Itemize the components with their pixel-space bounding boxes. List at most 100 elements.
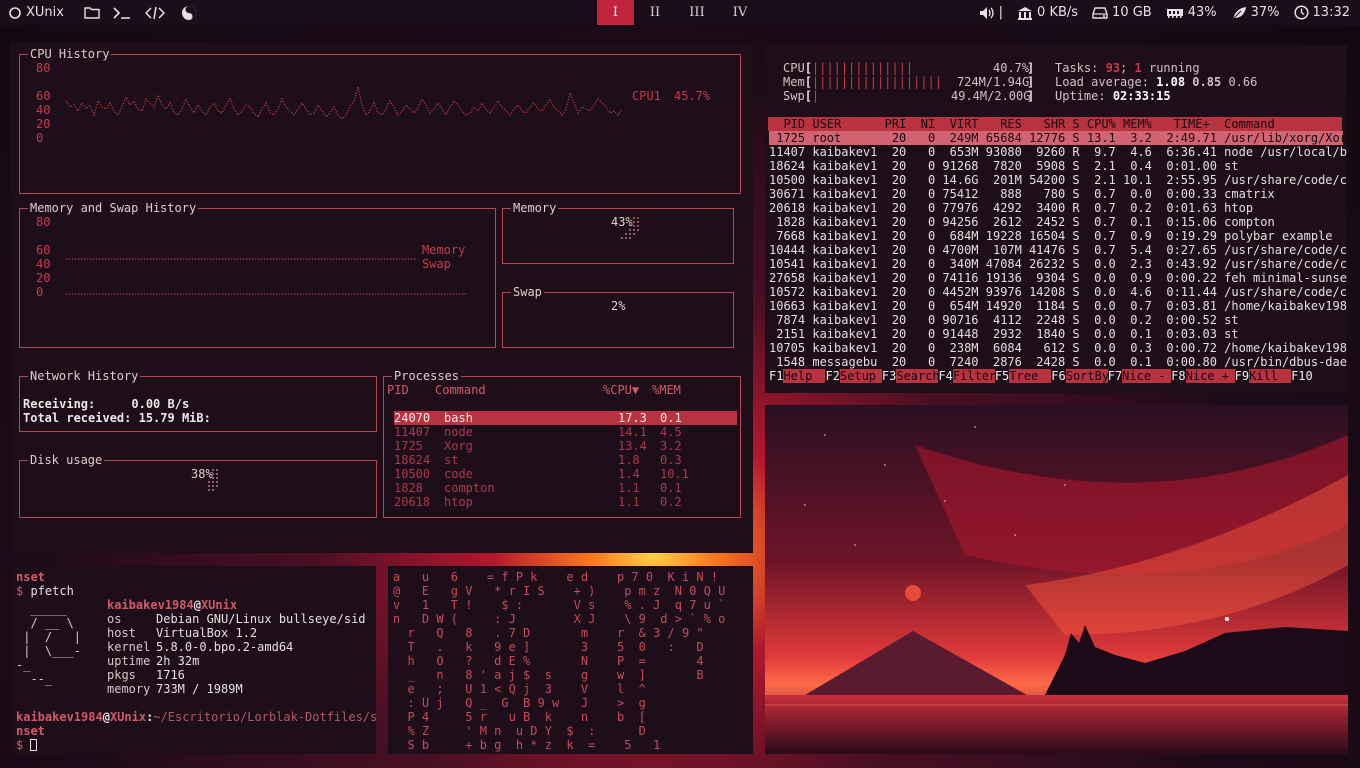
htop-process-row[interactable]: 10663 kaibakev1 20 0 654M 14920 1184 S 0… xyxy=(769,299,1347,313)
htop-fkey[interactable]: F6 xyxy=(1051,369,1065,383)
htop-fkey[interactable]: F8 xyxy=(1171,369,1185,383)
proc-command[interactable]: htop xyxy=(444,495,473,509)
proc-mem[interactable]: 4.5 xyxy=(660,425,682,439)
htop-fkey[interactable]: F3 xyxy=(882,369,896,383)
htop-fkey[interactable]: F7 xyxy=(1108,369,1122,383)
htop-process-row[interactable]: 11407 kaibakev1 20 0 653M 93080 9260 R 9… xyxy=(769,145,1347,159)
proc-mem[interactable]: 0.1 xyxy=(660,481,682,495)
htop-fkey-label[interactable]: Nice - xyxy=(1122,369,1172,383)
cmatrix-line: P 4 5 r u B k n b [ xyxy=(393,710,646,724)
proc-command[interactable]: Xorg xyxy=(444,439,473,453)
htop-fkey[interactable]: F5 xyxy=(995,369,1009,383)
proc-mem[interactable]: 10.1 xyxy=(660,467,689,481)
htop-fkey-label[interactable]: Help xyxy=(783,369,826,383)
pfetch-at: @ xyxy=(193,598,201,612)
htop-process-row[interactable]: 10444 kaibakev1 20 0 4700M 107M 41476 S … xyxy=(769,243,1347,257)
workspace-1[interactable]: I xyxy=(597,0,634,25)
proc-command[interactable]: bash xyxy=(444,411,473,425)
workspace-3[interactable]: III xyxy=(676,0,718,25)
proc-mem[interactable]: 3.2 xyxy=(660,439,682,453)
htop-process-row[interactable]: 7668 kaibakev1 20 0 684M 19228 16504 S 0… xyxy=(769,229,1332,243)
system-monitor-window[interactable]: CPU History 80 60 40 20 0 .. ... CPU1 45… xyxy=(11,42,753,553)
htop-fkey[interactable]: F2 xyxy=(825,369,839,383)
network-module: 0 KB/s xyxy=(1017,5,1078,20)
proc-col-cpu[interactable]: %CPU▼ xyxy=(603,383,639,397)
proc-mem[interactable]: 0.2 xyxy=(660,495,682,509)
terminal-icon[interactable] xyxy=(106,6,138,20)
proc-command[interactable]: compton xyxy=(444,481,495,495)
htop-process-row[interactable]: 18624 kaibakev1 20 0 91268 7820 5908 S 2… xyxy=(769,159,1239,173)
htop-process-row[interactable]: 1828 kaibakev1 20 0 94256 2612 2452 S 0.… xyxy=(769,215,1275,229)
htop-fkey-label[interactable]: SortBy xyxy=(1065,369,1109,383)
workspace-4[interactable]: IV xyxy=(718,0,762,25)
proc-pid[interactable]: 10500 xyxy=(394,467,430,481)
htop-fkey[interactable]: F9 xyxy=(1235,369,1249,383)
proc-command[interactable]: node xyxy=(444,425,473,439)
proc-cpu[interactable]: 1.4 xyxy=(618,467,640,481)
htop-fkey-label[interactable]: Kill xyxy=(1249,369,1292,383)
proc-cpu[interactable]: 14.1 xyxy=(618,425,647,439)
htop-process-row[interactable]: 1725 root 20 0 249M 65684 12776 S 13.1 3… xyxy=(769,131,1347,145)
htop-process-row[interactable]: 10705 kaibakev1 20 0 238M 6084 612 S 0.0… xyxy=(769,341,1347,355)
htop-fkey[interactable]: F4 xyxy=(938,369,952,383)
mem-tick-20: 20 xyxy=(36,271,51,285)
proc-pid[interactable]: 24070 xyxy=(394,411,430,425)
proc-pid[interactable]: 18624 xyxy=(394,453,430,467)
htop-fkey-label[interactable]: Nice + xyxy=(1185,369,1235,383)
htop-fkey-label[interactable]: Filter xyxy=(952,369,996,383)
htop-process-row[interactable]: 2151 kaibakev1 20 0 91448 2932 1840 S 0.… xyxy=(769,327,1238,341)
cmatrix-line: S b + b g h * z k = 5 1 xyxy=(393,738,661,752)
htop-window[interactable]: CPU[|||||||||||||| 40.7% ] Mem[|||||||||… xyxy=(765,45,1347,393)
pfetch-info-value: 5.8.0-0.bpo.2-amd64 xyxy=(156,640,294,654)
htop-fkey-label[interactable]: Tree xyxy=(1009,369,1052,383)
code-editor-icon[interactable] xyxy=(138,6,172,20)
proc-pid[interactable]: 20618 xyxy=(394,495,430,509)
htop-fkey-label[interactable]: Setup xyxy=(839,369,882,383)
htop-process-row[interactable]: 30671 kaibakev1 20 0 75412 888 780 S 0.7… xyxy=(769,187,1275,201)
pfetch-terminal-window[interactable]: nset $ pfetch kaibakev1984@XUnix _____ /… xyxy=(11,566,376,754)
disk-module: 10 GB xyxy=(1092,5,1152,20)
htop-process-row[interactable]: 20618 kaibakev1 20 0 77976 4292 3400 R 0… xyxy=(769,201,1253,215)
htop-process-row[interactable]: 10500 kaibakev1 20 0 14.6G 201M 54200 S … xyxy=(769,173,1347,187)
volume-module[interactable]: | xyxy=(979,5,1003,20)
proc-col-mem[interactable]: %MEM xyxy=(652,383,681,397)
cmatrix-terminal-window[interactable]: a u 6 = f P k e d p 7 0 K i N ! @ E g V *… xyxy=(388,566,753,754)
proc-cpu[interactable]: 1.1 xyxy=(618,481,640,495)
proc-pid[interactable]: 11407 xyxy=(394,425,430,439)
proc-cpu[interactable]: 13.4 xyxy=(618,439,647,453)
htop-fkey-label[interactable]: Search xyxy=(896,369,940,383)
htop-tasks: Tasks: 93; 1 running xyxy=(1055,61,1200,75)
proc-col-command[interactable]: Command xyxy=(435,383,486,397)
pfetch-user: kaibakev1984 xyxy=(107,598,194,612)
proc-command[interactable]: st xyxy=(444,453,458,467)
proc-cpu[interactable]: 17.3 xyxy=(618,411,647,425)
proc-pid[interactable]: 1828 xyxy=(394,481,423,495)
htop-column-header[interactable]: PID USER PRI NI VIRT RES SHR S CPU% MEM%… xyxy=(769,117,1274,131)
proc-command[interactable]: code xyxy=(444,467,473,481)
proc-mem[interactable]: 0.3 xyxy=(660,453,682,467)
htop-process-row[interactable]: 7874 kaibakev1 20 0 90716 4112 2248 S 0.… xyxy=(769,313,1238,327)
htop-process-row[interactable]: 27658 kaibakev1 20 0 74116 19136 9304 S … xyxy=(769,271,1347,285)
clock-module[interactable]: 13:32 xyxy=(1293,5,1350,20)
debian-logo-icon[interactable] xyxy=(4,6,26,20)
htop-uptime: Uptime: 02:33:15 xyxy=(1055,89,1171,103)
folder-icon[interactable] xyxy=(78,6,106,19)
proc-mem[interactable]: 0.1 xyxy=(660,411,682,425)
feh-image-viewer-window[interactable] xyxy=(765,405,1348,754)
htop-fkey[interactable]: F1 xyxy=(769,369,783,383)
proc-cpu[interactable]: 1.8 xyxy=(618,453,640,467)
htop-process-row[interactable]: 1548 messagebu 20 0 7240 2876 2428 S 0.0… xyxy=(769,355,1347,369)
proc-cpu[interactable]: 1.1 xyxy=(618,495,640,509)
htop-process-row[interactable]: 10541 kaibakev1 20 0 340M 47084 26232 S … xyxy=(769,257,1347,271)
net-total-label: Total received: xyxy=(23,411,132,425)
htop-fkey[interactable]: F10 xyxy=(1291,369,1313,383)
terminal-input-line[interactable]: $ xyxy=(16,738,38,752)
workspace-2[interactable]: II xyxy=(634,0,676,25)
proc-col-pid[interactable]: PID xyxy=(387,383,409,397)
clock-time: 13:32 xyxy=(1312,5,1350,20)
prompt-at: @ xyxy=(102,710,110,724)
proc-pid[interactable]: 1725 xyxy=(394,439,423,453)
htop-mem-label: Mem xyxy=(783,75,805,89)
htop-process-row[interactable]: 10572 kaibakev1 20 0 4452M 93976 14208 S… xyxy=(769,285,1347,299)
browser-icon[interactable] xyxy=(172,5,206,21)
